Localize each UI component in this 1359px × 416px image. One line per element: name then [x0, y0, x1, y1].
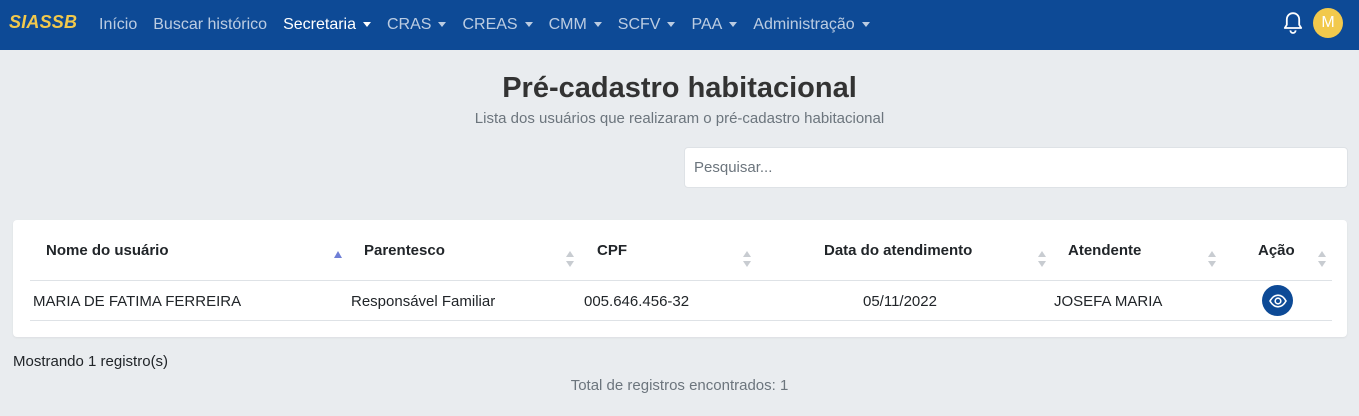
- user-avatar[interactable]: M: [1313, 8, 1343, 38]
- nav-item-cras[interactable]: CRAS: [387, 16, 447, 34]
- column-header-nome[interactable]: Nome do usuário: [46, 220, 169, 281]
- caret-down-icon: [593, 21, 602, 27]
- top-navbar: SIASSB Início Buscar histórico Secretari…: [0, 0, 1359, 50]
- column-header-cpf[interactable]: CPF: [597, 220, 627, 281]
- column-header-data[interactable]: Data do atendimento: [824, 220, 972, 281]
- column-label: Data do atendimento: [824, 242, 973, 259]
- cell-atendente: JOSEFA MARIA: [1054, 292, 1163, 310]
- table-row: MARIA DE FATIMA FERREIRA Responsável Fam…: [30, 281, 1332, 321]
- column-label: Atendente: [1068, 242, 1142, 259]
- caret-down-icon: [729, 21, 738, 27]
- showing-count: Mostrando 1 registro(s): [13, 353, 169, 370]
- cell-parentesco: Responsável Familiar: [351, 292, 496, 310]
- caret-down-icon: [363, 21, 371, 27]
- nav-item-label: CMM: [548, 16, 587, 33]
- nav-item-label: Administração: [753, 16, 855, 33]
- sort-icon[interactable]: [1318, 251, 1326, 267]
- eye-icon: [1268, 293, 1287, 308]
- column-label: Parentesco: [364, 242, 445, 259]
- nav-item-label: Secretaria: [283, 16, 356, 33]
- sort-asc-icon[interactable]: [334, 251, 342, 267]
- nav-item-creas[interactable]: CREAS: [462, 16, 533, 34]
- column-header-acao[interactable]: Ação: [1258, 220, 1295, 281]
- nav-menu: Início Buscar histórico Secretaria CRAS …: [99, 0, 886, 50]
- cell-nome: MARIA DE FATIMA FERREIRA: [33, 292, 242, 310]
- caret-down-icon: [667, 21, 676, 27]
- page-subtitle: Lista dos usuários que realizaram o pré-…: [474, 110, 885, 127]
- caret-down-icon: [524, 21, 533, 27]
- cell-data: 05/11/2022: [863, 292, 937, 310]
- caret-down-icon: [438, 21, 447, 27]
- nav-item-label: Buscar histórico: [153, 16, 268, 33]
- table-header: Nome do usuário Parentesco CPF Data do a…: [30, 220, 1332, 281]
- nav-item-secretaria[interactable]: Secretaria: [283, 16, 371, 34]
- column-label: Ação: [1258, 242, 1295, 259]
- nav-item-label: CRAS: [387, 16, 432, 33]
- nav-item-label: SCFV: [617, 16, 661, 33]
- nav-item-cmm[interactable]: CMM: [549, 16, 602, 34]
- nav-item-inicio[interactable]: Início: [99, 16, 137, 34]
- column-header-atendente[interactable]: Atendente: [1068, 220, 1141, 281]
- nav-item-label: PAA: [691, 16, 723, 33]
- column-header-parentesco[interactable]: Parentesco: [364, 220, 445, 281]
- page-title: Pré-cadastro habitacional: [502, 72, 857, 104]
- bell-icon[interactable]: [1282, 11, 1304, 35]
- sort-icon[interactable]: [1038, 251, 1046, 267]
- nav-item-label: CREAS: [462, 16, 518, 33]
- nav-item-buscar-historico[interactable]: Buscar histórico: [153, 16, 267, 34]
- view-button[interactable]: [1262, 285, 1293, 316]
- sort-icon[interactable]: [743, 251, 751, 267]
- nav-item-administracao[interactable]: Administração: [753, 16, 870, 34]
- caret-down-icon: [861, 21, 870, 27]
- users-table-card: Nome do usuário Parentesco CPF Data do a…: [13, 220, 1347, 337]
- sort-icon[interactable]: [566, 251, 574, 267]
- search-input[interactable]: [684, 147, 1348, 188]
- nav-item-label: Início: [99, 16, 138, 33]
- nav-item-paa[interactable]: PAA: [691, 16, 738, 34]
- nav-item-scfv[interactable]: SCFV: [618, 16, 676, 34]
- sort-icon[interactable]: [1208, 251, 1216, 267]
- brand-logo[interactable]: SIASSB: [9, 12, 77, 33]
- total-records: Total de registros encontrados: 1: [570, 377, 789, 394]
- cell-cpf: 005.646.456-32: [584, 292, 690, 310]
- column-label: Nome do usuário: [46, 242, 169, 259]
- column-label: CPF: [597, 242, 627, 259]
